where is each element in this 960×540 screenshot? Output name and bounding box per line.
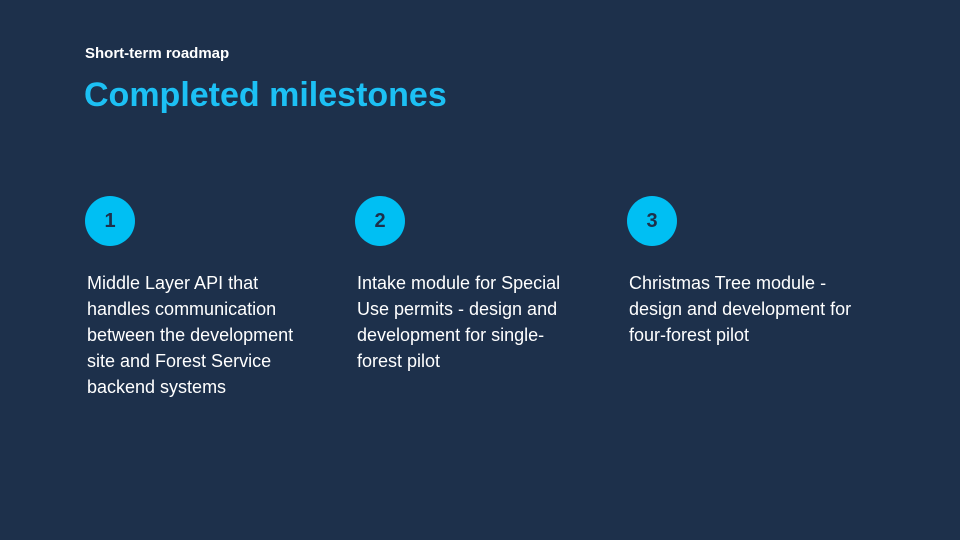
slide: Short-term roadmap Completed milestones … (0, 0, 960, 540)
milestone-description: Christmas Tree module - design and devel… (629, 273, 852, 345)
slide-kicker: Short-term roadmap (85, 45, 230, 62)
milestone-card-2: 2 Intake module for Special Use permits … (355, 196, 595, 374)
milestone-description: Intake module for Special Use permits - … (357, 273, 561, 371)
milestone-number-badge: 1 (85, 196, 135, 246)
slide-title: Completed milestones (84, 76, 447, 114)
milestone-description: Middle Layer API that handles communicat… (87, 273, 294, 397)
milestone-card-1: 1 Middle Layer API that handles communic… (85, 196, 325, 400)
milestone-card-3: 3 Christmas Tree module - design and dev… (627, 196, 867, 348)
milestone-number-badge: 3 (627, 196, 677, 246)
milestone-number-badge: 2 (355, 196, 405, 246)
